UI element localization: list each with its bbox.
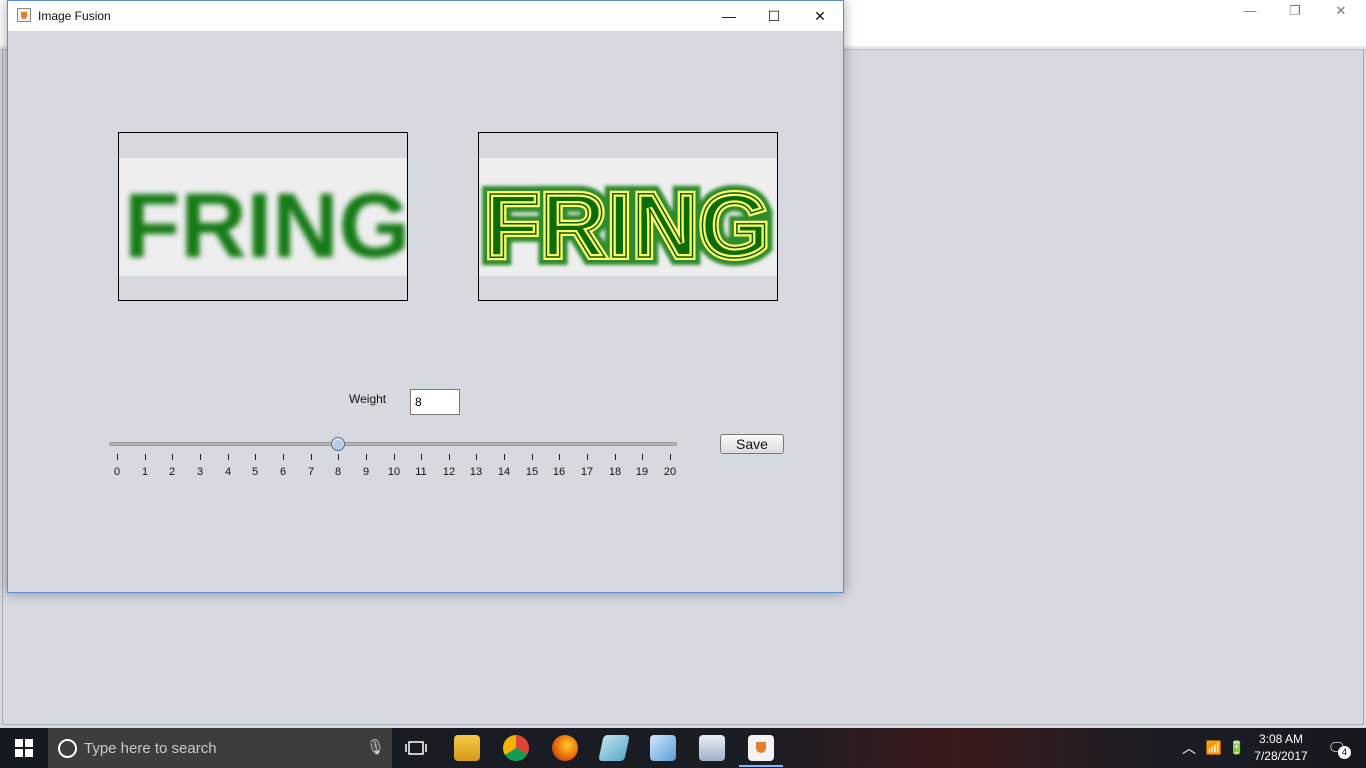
close-button[interactable]: ✕ bbox=[797, 1, 843, 31]
title-bar[interactable]: Image Fusion — ☐ ✕ bbox=[8, 1, 843, 31]
slider-tick bbox=[449, 454, 450, 460]
minimize-button[interactable]: — bbox=[706, 1, 752, 31]
image-fusion-window: Image Fusion — ☐ ✕ FRING FRING FRING FRI… bbox=[7, 0, 844, 593]
slider-tick bbox=[311, 454, 312, 460]
slider-tick-label: 14 bbox=[497, 466, 511, 478]
save-button[interactable]: Save bbox=[720, 434, 784, 454]
show-hidden-icons-chevron-icon[interactable]: ︿ bbox=[1178, 728, 1200, 768]
slider-tick-label: 5 bbox=[251, 466, 259, 478]
slider-tick bbox=[283, 454, 284, 460]
cortana-icon bbox=[58, 739, 77, 758]
task-view-button[interactable] bbox=[396, 728, 436, 768]
slider-tick-label: 18 bbox=[608, 466, 622, 478]
slider-tick-label: 3 bbox=[196, 466, 204, 478]
task-view-icon bbox=[405, 741, 427, 755]
taskbar: Type here to search 🎙 ︿ 📶 🔋 3:08 AM 7/28… bbox=[0, 728, 1366, 768]
weight-input[interactable] bbox=[410, 389, 460, 415]
slider-tick bbox=[366, 454, 367, 460]
slider-tick bbox=[559, 454, 560, 460]
slider-tick bbox=[587, 454, 588, 460]
file-explorer-icon[interactable] bbox=[454, 735, 480, 761]
slider-tick-label: 8 bbox=[334, 466, 342, 478]
java-app-taskbar-icon[interactable] bbox=[748, 735, 774, 761]
slider-tick bbox=[228, 454, 229, 460]
slider-tick-label: 4 bbox=[224, 466, 232, 478]
slider-tick bbox=[200, 454, 201, 460]
slider-tick bbox=[172, 454, 173, 460]
3d-box-icon[interactable] bbox=[650, 735, 676, 761]
java-app-icon bbox=[17, 8, 31, 22]
slider-tick bbox=[670, 454, 671, 460]
slider-tick-label: 15 bbox=[525, 466, 539, 478]
firefox-icon[interactable] bbox=[552, 735, 578, 761]
microphone-icon[interactable]: 🎙 bbox=[366, 738, 385, 756]
slider-tick-label: 1 bbox=[141, 466, 149, 478]
slider-tick bbox=[117, 454, 118, 460]
slider-tick-label: 17 bbox=[580, 466, 594, 478]
slider-tick-label: 16 bbox=[552, 466, 566, 478]
fused-image: FRING FRING FRING bbox=[479, 158, 777, 285]
slider-tick bbox=[642, 454, 643, 460]
fused-image-text: FRING bbox=[484, 175, 770, 277]
slider-track[interactable] bbox=[109, 442, 677, 446]
slider-tick bbox=[504, 454, 505, 460]
active-app-indicator bbox=[739, 765, 783, 767]
bg-close-button[interactable]: ✕ bbox=[1318, 2, 1364, 20]
search-placeholder: Type here to search bbox=[84, 740, 217, 757]
action-center-button[interactable]: 🗨 4 bbox=[1322, 728, 1352, 768]
slider-tick bbox=[255, 454, 256, 460]
bg-restore-button[interactable]: ❐ bbox=[1272, 2, 1318, 20]
maximize-button[interactable]: ☐ bbox=[751, 1, 797, 31]
slider-tick-label: 11 bbox=[415, 466, 427, 478]
slider-tick-label: 2 bbox=[168, 466, 176, 478]
slider-tick-label: 12 bbox=[442, 466, 456, 478]
slider-tick-label: 9 bbox=[362, 466, 370, 478]
slider-tick-label: 10 bbox=[387, 466, 401, 478]
slider-tick-label: 6 bbox=[279, 466, 287, 478]
clock-time: 3:08 AM bbox=[1258, 732, 1304, 746]
start-button[interactable] bbox=[0, 728, 48, 768]
fused-image-panel: FRING FRING FRING bbox=[478, 132, 778, 301]
slider-tick bbox=[476, 454, 477, 460]
notification-count-badge: 4 bbox=[1338, 746, 1351, 759]
slider-tick-label: 20 bbox=[663, 466, 677, 478]
weight-label: Weight bbox=[349, 392, 387, 406]
slider-tick bbox=[338, 454, 339, 460]
slider-thumb[interactable] bbox=[331, 437, 345, 451]
slider-tick bbox=[532, 454, 533, 460]
slider-tick bbox=[421, 454, 422, 460]
slider-tick bbox=[394, 454, 395, 460]
slider-tick-label: 13 bbox=[469, 466, 483, 478]
notes-app-icon[interactable] bbox=[598, 735, 630, 761]
slider-tick-label: 7 bbox=[307, 466, 315, 478]
system-clock[interactable]: 3:08 AM 7/28/2017 bbox=[1246, 731, 1316, 765]
window-title: Image Fusion bbox=[38, 9, 111, 23]
source-image-panel: FRING bbox=[118, 132, 408, 301]
slider-tick-label: 19 bbox=[635, 466, 649, 478]
wifi-icon[interactable]: 📶 bbox=[1203, 728, 1225, 768]
slider-tick bbox=[145, 454, 146, 460]
bg-minimize-button[interactable]: — bbox=[1227, 2, 1273, 20]
photos-app-icon[interactable] bbox=[699, 735, 725, 761]
source-image-text: FRING bbox=[124, 175, 407, 277]
chrome-icon[interactable] bbox=[503, 735, 529, 761]
windows-logo-icon bbox=[15, 739, 33, 757]
slider-tick bbox=[615, 454, 616, 460]
clock-date: 7/28/2017 bbox=[1254, 749, 1308, 763]
source-image: FRING bbox=[119, 158, 407, 277]
slider-tick-label: 0 bbox=[113, 466, 121, 478]
battery-icon[interactable]: 🔋 bbox=[1226, 728, 1248, 768]
taskbar-search-box[interactable]: Type here to search 🎙 bbox=[48, 728, 392, 768]
